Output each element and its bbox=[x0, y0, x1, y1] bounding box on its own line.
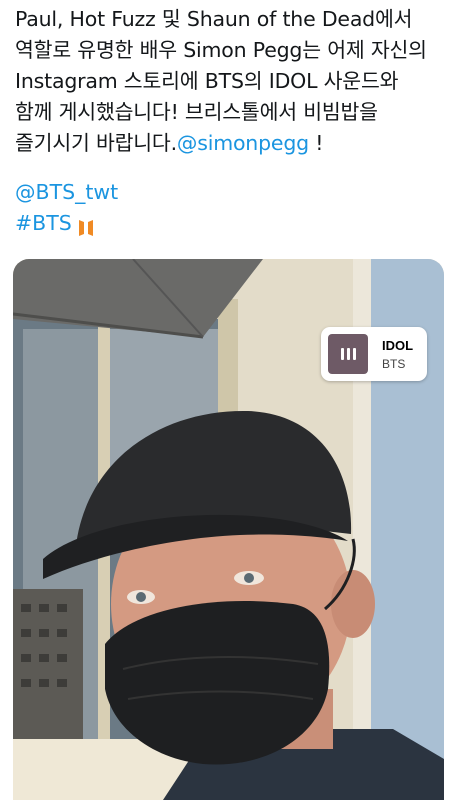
music-sticker[interactable]: IDOL BTS bbox=[321, 327, 427, 381]
hashtag-bts-link[interactable]: #BTS bbox=[15, 208, 72, 239]
tweet-line-3: Instagram 스토리에 BTS의 IDOL 사운드와 bbox=[15, 69, 399, 93]
tweet-line-5: 즐기시기 바랍니다.@simonpegg ! bbox=[15, 128, 447, 159]
album-art-icon bbox=[328, 334, 368, 374]
mention-simonpegg-link[interactable]: @simonpegg bbox=[177, 131, 309, 155]
bts-logo-icon bbox=[78, 215, 94, 236]
sound-bars-icon bbox=[340, 348, 356, 360]
tweet-line-4: 함께 게시했습니다! 브리스톨에서 비빔밥을 bbox=[15, 100, 378, 124]
tweet-tags: @BTS_twt #BTS bbox=[15, 177, 118, 239]
tweet-line-1: Paul, Hot Fuzz 및 Shaun of the Dead에서 bbox=[15, 7, 413, 31]
tweet-media-image[interactable]: IDOL BTS bbox=[13, 259, 444, 800]
tweet-exclamation: ! bbox=[308, 131, 324, 155]
mention-bts-twt-link[interactable]: @BTS_twt bbox=[15, 177, 118, 208]
song-artist: BTS bbox=[382, 356, 406, 371]
tweet-text: Paul, Hot Fuzz 및 Shaun of the Dead에서 역할로… bbox=[15, 4, 447, 159]
song-title: IDOL bbox=[382, 337, 414, 353]
tweet-line-2: 역할로 유명한 배우 Simon Pegg는 어제 자신의 bbox=[15, 38, 427, 62]
tweet-line-5-text: 즐기시기 바랍니다. bbox=[15, 131, 177, 155]
